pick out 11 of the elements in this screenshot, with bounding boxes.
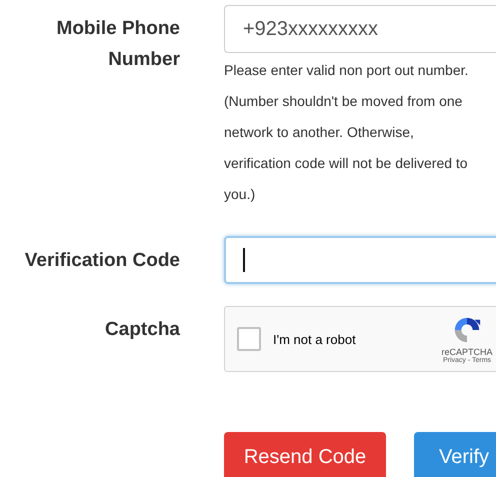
help-text: Please enter valid non port out number. (Number shouldn't be moved from one network to another. Otherwise, verification code will not be delivered to you.) [224,61,470,204]
checkbox[interactable] [237,327,261,351]
field-label: Captcha [105,318,180,342]
field-label: Mobile Phone Number [56,17,180,72]
field-label: Verification Code [24,249,180,273]
text-cursor-icon [243,248,245,272]
input-field[interactable] [224,236,496,284]
resend-button[interactable]: Resend Code [224,432,386,477]
input-field[interactable]: +923xxxxxxxxx [224,5,496,53]
recaptcha-text: reCAPTCHA [441,346,492,356]
checkbox-label: I'm not a robot [273,332,356,346]
